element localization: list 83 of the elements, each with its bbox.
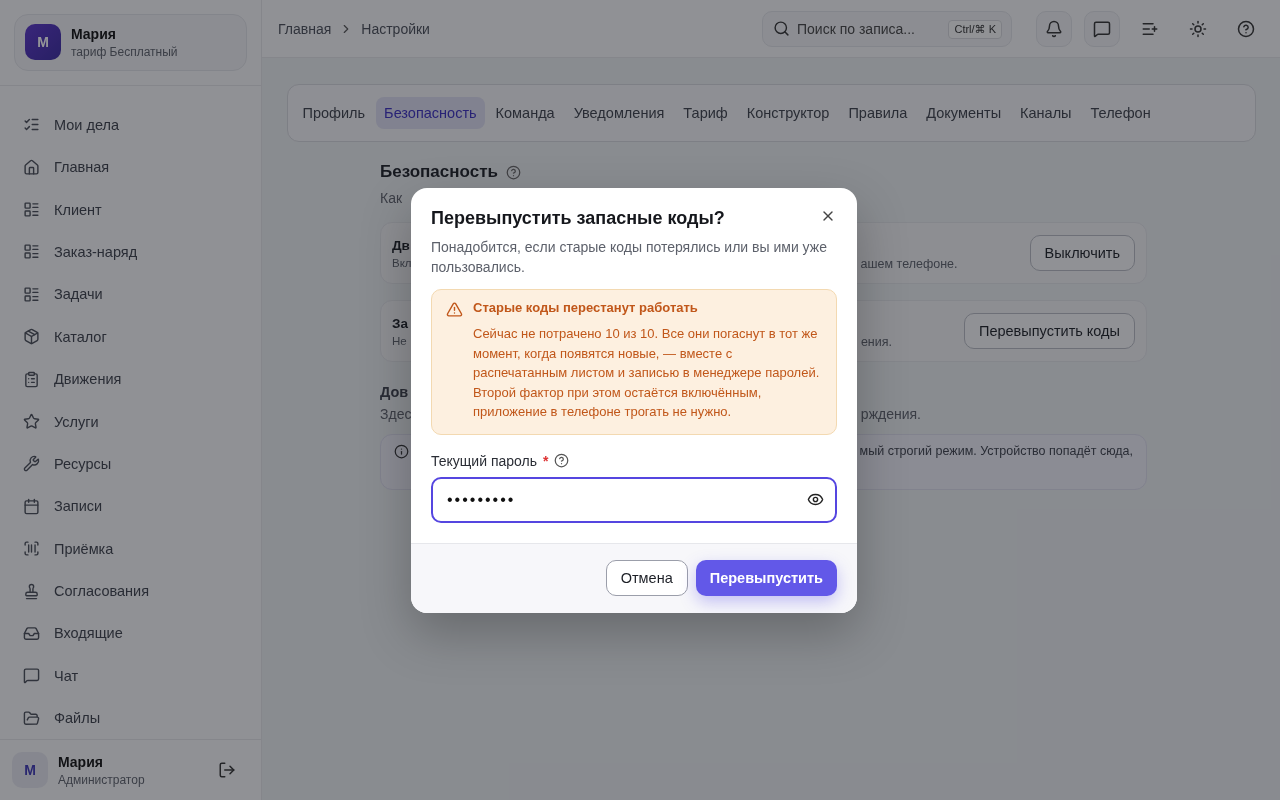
card-text: Вкл <box>392 256 412 269</box>
sidebar-item[interactable]: Записи <box>14 485 247 528</box>
tab[interactable]: Тариф <box>674 97 737 129</box>
star-icon <box>23 413 40 431</box>
warning-icon <box>446 301 463 318</box>
dialog-description: Понадобится, если старые коды потерялись или вы ими уже пользовались. <box>431 238 828 277</box>
folder-icon <box>23 709 40 727</box>
notifications-button[interactable] <box>1036 10 1072 47</box>
section-title: Безопасность <box>380 162 498 182</box>
devices-text: Здес <box>380 406 412 422</box>
sidebar-item[interactable]: Главная <box>14 146 247 189</box>
user-name: Мария <box>58 753 104 770</box>
sidebar-item[interactable]: Чат <box>14 654 247 698</box>
tab[interactable]: Команда <box>487 97 564 129</box>
tab[interactable]: Уведомления <box>565 97 673 129</box>
required-mark: * <box>543 452 549 469</box>
avatar: М <box>25 24 61 61</box>
sidebar-item[interactable]: Ресурсы <box>14 442 247 486</box>
dialog-title: Перевыпустить запасные коды? <box>431 208 725 229</box>
confirm-button[interactable]: Перевыпустить <box>695 560 837 596</box>
sidebar-item[interactable]: Входящие <box>14 612 247 655</box>
warning-title: Старые коды перестанут работать <box>473 300 699 315</box>
wrench-icon <box>23 455 40 473</box>
tab[interactable]: Правила <box>839 97 916 129</box>
clipboard-icon <box>23 370 40 388</box>
section-subtitle: Как <box>380 190 404 206</box>
list-icon <box>23 243 40 261</box>
avatar: М <box>12 752 48 789</box>
breadcrumb-link[interactable]: Настройки <box>361 20 430 37</box>
sidebar-item[interactable]: Согласования <box>14 569 247 613</box>
card-button[interactable]: Выключить <box>1029 235 1135 271</box>
tab[interactable]: Конструктор <box>738 97 838 129</box>
sidebar-item[interactable]: Услуги <box>14 400 247 443</box>
box-icon <box>23 328 40 346</box>
sidebar-item[interactable]: Мои дела <box>14 103 247 146</box>
card-text: ашем телефоне. <box>860 257 958 271</box>
sidebar-item[interactable]: Приёмка <box>14 527 247 570</box>
tab[interactable]: Безопасность <box>375 97 486 129</box>
tab[interactable]: Телефон <box>1082 97 1160 129</box>
sidebar-item[interactable]: Клиент <box>14 188 247 231</box>
sidebar-item[interactable]: Задачи <box>14 273 247 316</box>
tab[interactable]: Документы <box>917 97 1010 129</box>
inbox-icon <box>23 625 40 642</box>
list-icon <box>23 285 40 303</box>
tab[interactable]: Профиль <box>294 97 374 129</box>
chat-bubble-icon <box>1093 19 1111 38</box>
sidebar-item[interactable]: Файлы <box>14 697 247 740</box>
field-label: Текущий пароль <box>431 452 537 469</box>
devices-text: рждения. <box>860 406 921 422</box>
breadcrumb-link[interactable]: Главная <box>278 20 332 37</box>
help-icon <box>505 164 521 180</box>
cancel-button[interactable]: Отмена <box>605 560 688 596</box>
info-icon <box>394 444 409 459</box>
tab[interactable]: Каналы <box>1011 97 1081 129</box>
calendar-icon <box>23 497 40 515</box>
account-card[interactable]: М Мария тариф Бесплатный <box>14 14 247 71</box>
help-icon <box>554 453 570 468</box>
card-title: Дв <box>392 237 410 253</box>
sidebar-item[interactable]: Заказ-наряд <box>14 230 247 274</box>
stamp-icon <box>23 582 40 600</box>
logout-icon <box>218 761 236 780</box>
account-plan: тариф Бесплатный <box>71 44 178 59</box>
notice-text: мый строгий режим. Устройство попадёт сюда, <box>859 444 1133 458</box>
card-title: За <box>392 315 408 331</box>
card-text: ения. <box>860 335 892 349</box>
sidebar-item[interactable]: Движения <box>14 357 247 401</box>
messages-button[interactable] <box>1084 10 1120 47</box>
warning-text: Сейчас не потрачено 10 из 10. Все они погаснут в тот же момент, когда появятся новые, — вместе с распечатанным листом и записью в менеджере паролей. Второй фактор при этом остаётся включённым, приложение в телефоне трогать не нужно. <box>473 325 821 421</box>
password-field[interactable]: ••••••••• <box>431 476 837 523</box>
house-icon <box>23 158 40 176</box>
scan-icon <box>23 540 40 558</box>
card-button[interactable]: Перевыпустить коды <box>963 313 1135 349</box>
list-icon <box>23 201 40 219</box>
search-icon <box>773 19 790 37</box>
user-role: Администратор <box>58 772 146 787</box>
sidebar-item[interactable]: Каталог <box>14 315 247 358</box>
account-name: Мария <box>71 25 117 42</box>
bell-icon <box>1045 19 1063 38</box>
devices-title: Дов <box>380 384 409 400</box>
help-icon <box>1237 19 1255 38</box>
card-text: Не <box>392 334 407 347</box>
chat-bubble-icon <box>23 667 40 685</box>
sun-icon <box>1189 19 1207 38</box>
